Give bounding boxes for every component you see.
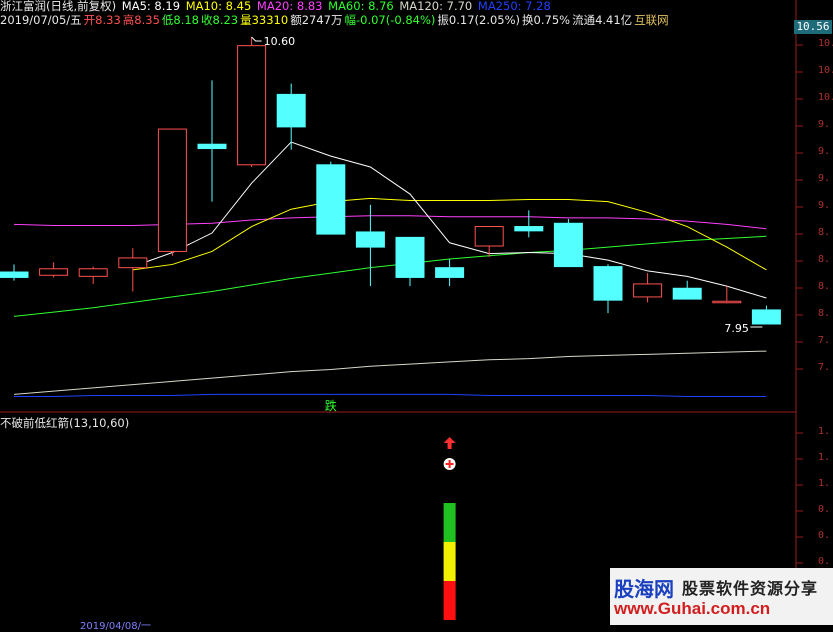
price-axis-label: 9. (818, 146, 831, 157)
candle-body (276, 93, 306, 128)
candle[interactable] (237, 37, 267, 167)
candle[interactable] (157, 128, 187, 256)
price-axis-label: 7. (818, 335, 831, 346)
candle[interactable] (553, 218, 583, 268)
candle-body (672, 287, 702, 300)
low-value: 8.18 (173, 13, 199, 27)
close-label: 收 (201, 13, 213, 27)
candle-body (553, 222, 583, 268)
candle-body (751, 309, 781, 325)
price-axis-label: 7. (818, 362, 831, 373)
candle-body (712, 300, 742, 304)
indicator-axis-label: 0. (818, 504, 831, 515)
price-axis-label: 8. (818, 254, 831, 265)
watermark-logo: 股海网 (614, 577, 674, 601)
watermark-slogan: 股票软件资源分享 (682, 579, 819, 598)
source-label[interactable]: 互联网 (634, 13, 669, 27)
current-price-tag: 10.56 (794, 20, 832, 34)
right-axis-ticks (796, 44, 803, 590)
quote-date: 2019/07/05/五 (0, 13, 82, 27)
price-axis-label: 10. (818, 65, 833, 76)
close-value: 8.23 (212, 13, 239, 27)
plus-circle-icon (443, 458, 456, 470)
candle-body (395, 236, 425, 278)
candle[interactable] (0, 264, 29, 281)
candle-body (39, 268, 69, 276)
price-axis-label: 10. (818, 38, 833, 49)
candle[interactable] (118, 248, 148, 292)
candle[interactable] (276, 83, 306, 150)
candle[interactable] (672, 280, 702, 300)
candle-body (118, 257, 148, 269)
candle-body (435, 267, 465, 278)
price-axis-label: 8. (818, 281, 831, 292)
open-value: 8.33 (95, 13, 121, 27)
high-value: 8.35 (134, 13, 160, 27)
candle-body (157, 128, 187, 252)
candle[interactable] (39, 262, 69, 278)
indicator-pane (443, 437, 456, 620)
indicator-title[interactable]: 不破前低红箭(13,10,60) (0, 415, 129, 431)
candle-body (474, 226, 504, 247)
indicator-bar-segment (443, 503, 456, 542)
ma250-line (14, 393, 767, 398)
moving-average-lines (13, 141, 767, 398)
price-axis-label: 9. (818, 200, 831, 211)
change-value: 幅-0.07(-0.84%) (344, 13, 436, 27)
indicator-axis-label: 1. (818, 426, 831, 437)
candle[interactable] (435, 259, 465, 287)
indicator-axis-label: 0. (818, 556, 831, 567)
turnover-value: 换0.75% (522, 13, 571, 27)
high-label: 高 (122, 13, 135, 27)
candle-body (78, 268, 108, 277)
candle-body (593, 266, 623, 301)
guhai-watermark: 股海网 股票软件资源分享 www.Guhai.com.cn (610, 568, 833, 625)
candle[interactable] (593, 264, 623, 314)
min-price-label: 7.95 (724, 322, 749, 335)
kline-chart[interactable]: 10.60 7.95 跌 (0, 0, 833, 625)
price-axis-label: 10. (818, 92, 833, 103)
candle-body (0, 271, 29, 278)
ma60-line (13, 235, 767, 317)
amplitude-value: 振0.17(2.05%) (437, 13, 521, 27)
candle[interactable] (395, 236, 425, 287)
quote-info-header: 2019/07/05/五 开8.33 高8.35 低8.18 收8.23 量33310 额2… (0, 12, 671, 28)
indicator-axis-label: 0. (818, 530, 831, 541)
price-axis-label: 9. (818, 173, 831, 184)
price-axis-label: 8. (818, 308, 831, 319)
max-price-label: 10.60 (264, 35, 296, 48)
candle-body (197, 143, 227, 150)
amount-value: 额2747万 (290, 13, 343, 27)
indicator-bar-segment (443, 542, 456, 581)
candle[interactable] (633, 273, 663, 303)
ma20-line (13, 215, 767, 230)
ma120-line (13, 350, 767, 395)
candle[interactable] (474, 226, 504, 257)
indicator-axis-label: 1. (818, 452, 831, 463)
candle[interactable] (316, 161, 346, 235)
candle[interactable] (355, 204, 385, 287)
candle-body (633, 283, 663, 298)
indicator-bar-segment (443, 581, 456, 620)
candle[interactable] (751, 305, 781, 325)
candle-body (316, 164, 346, 235)
candle[interactable] (197, 80, 227, 202)
red-up-arrow-icon (443, 437, 456, 449)
candle[interactable] (514, 210, 544, 238)
open-label: 开 (83, 13, 96, 27)
candle[interactable] (78, 266, 108, 284)
candle-body (355, 231, 385, 248)
candle-body (237, 45, 267, 166)
price-axis-label: 9. (818, 119, 831, 130)
low-label: 低 (161, 13, 174, 27)
signal-label-fall: 跌 (325, 398, 337, 413)
volume-value: 量33310 (240, 13, 289, 27)
watermark-url: www.Guhai.com.cn (614, 599, 771, 618)
price-axis-label: 8. (818, 227, 831, 238)
indicator-axis-label: 1. (818, 478, 831, 489)
float-cap-value: 流通4.41亿 (572, 13, 633, 27)
candle-body (514, 226, 544, 232)
